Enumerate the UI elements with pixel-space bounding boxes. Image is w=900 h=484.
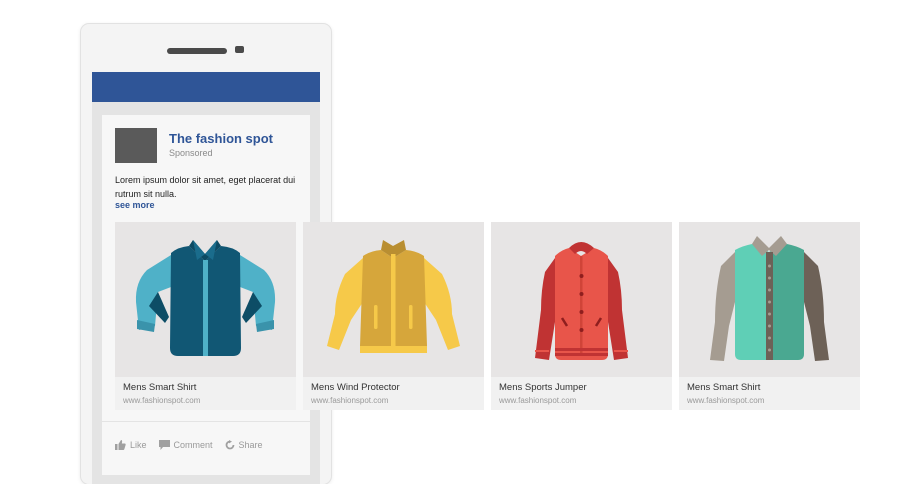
mint-shirt-jacket-icon	[710, 236, 829, 361]
carousel-card-title: Mens Sports Jumper	[499, 382, 587, 393]
carousel-card[interactable]: Mens Smart Shirt www.fashionspot.com	[115, 222, 296, 410]
carousel-card-title: Mens Smart Shirt	[123, 382, 197, 393]
carousel-card-url: www.fashionspot.com	[499, 396, 577, 405]
card-divider	[102, 421, 310, 422]
red-varsity-jacket-icon	[535, 242, 628, 360]
carousel-card-title: Mens Wind Protector	[311, 382, 400, 393]
thumbs-up-icon	[115, 440, 126, 450]
product-carousel: Mens Smart Shirt www.fashionspot.com Men…	[115, 222, 860, 410]
carousel-card-url: www.fashionspot.com	[311, 396, 389, 405]
comment-button[interactable]: Comment	[158, 440, 213, 450]
phone-camera	[235, 46, 244, 53]
carousel-card-image	[679, 222, 860, 377]
carousel-card-image	[491, 222, 672, 377]
post-actions: Like Comment Share	[115, 440, 263, 450]
comment-label: Comment	[173, 440, 213, 450]
carousel-card[interactable]: Mens Sports Jumper www.fashionspot.com	[491, 222, 672, 410]
facebook-top-bar	[92, 72, 320, 102]
carousel-card-image	[115, 222, 296, 377]
see-more-link[interactable]: see more	[115, 200, 155, 210]
carousel-card[interactable]: Mens Smart Shirt www.fashionspot.com	[679, 222, 860, 410]
yellow-wind-jacket-icon	[327, 240, 460, 353]
carousel-card-title: Mens Smart Shirt	[687, 382, 761, 393]
carousel-card-url: www.fashionspot.com	[123, 396, 201, 405]
like-button[interactable]: Like	[115, 440, 147, 450]
teal-vest-jacket-icon	[135, 240, 276, 356]
carousel-card-url: www.fashionspot.com	[687, 396, 765, 405]
page-name-link[interactable]: The fashion spot	[169, 131, 273, 146]
carousel-card[interactable]: Mens Wind Protector www.fashionspot.com	[303, 222, 484, 410]
page-avatar[interactable]	[115, 128, 157, 163]
comment-bubble-icon	[158, 440, 170, 450]
like-label: Like	[130, 440, 147, 450]
carousel-card-image	[303, 222, 484, 377]
sponsored-label: Sponsored	[169, 148, 213, 158]
phone-speaker	[167, 48, 227, 54]
share-button[interactable]: Share	[225, 440, 263, 450]
share-icon	[225, 440, 235, 450]
share-label: Share	[238, 440, 263, 450]
post-body-text: Lorem ipsum dolor sit amet, eget placera…	[115, 175, 296, 199]
